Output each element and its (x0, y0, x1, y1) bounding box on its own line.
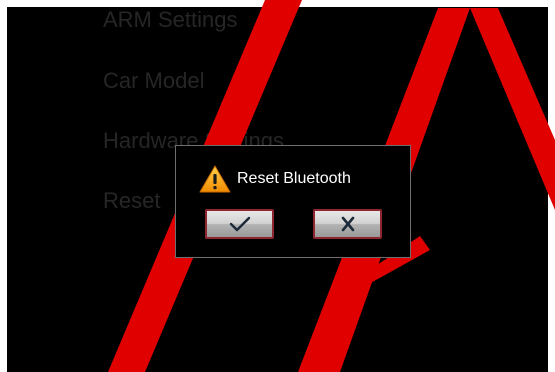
menu-item-car-model[interactable]: Car Model (103, 68, 204, 94)
dialog-title: Reset Bluetooth (237, 170, 351, 187)
reset-bluetooth-dialog: Reset Bluetooth (175, 145, 411, 258)
dialog-header: Reset Bluetooth (199, 165, 351, 193)
close-icon (341, 216, 354, 232)
confirm-button[interactable] (205, 209, 274, 239)
menu-item-arm-settings[interactable]: ARM Settings (103, 7, 238, 33)
warning-icon (199, 165, 231, 193)
cancel-button[interactable] (313, 209, 382, 239)
checkmark-icon (229, 216, 250, 232)
menu-item-reset[interactable]: Reset (103, 188, 160, 214)
